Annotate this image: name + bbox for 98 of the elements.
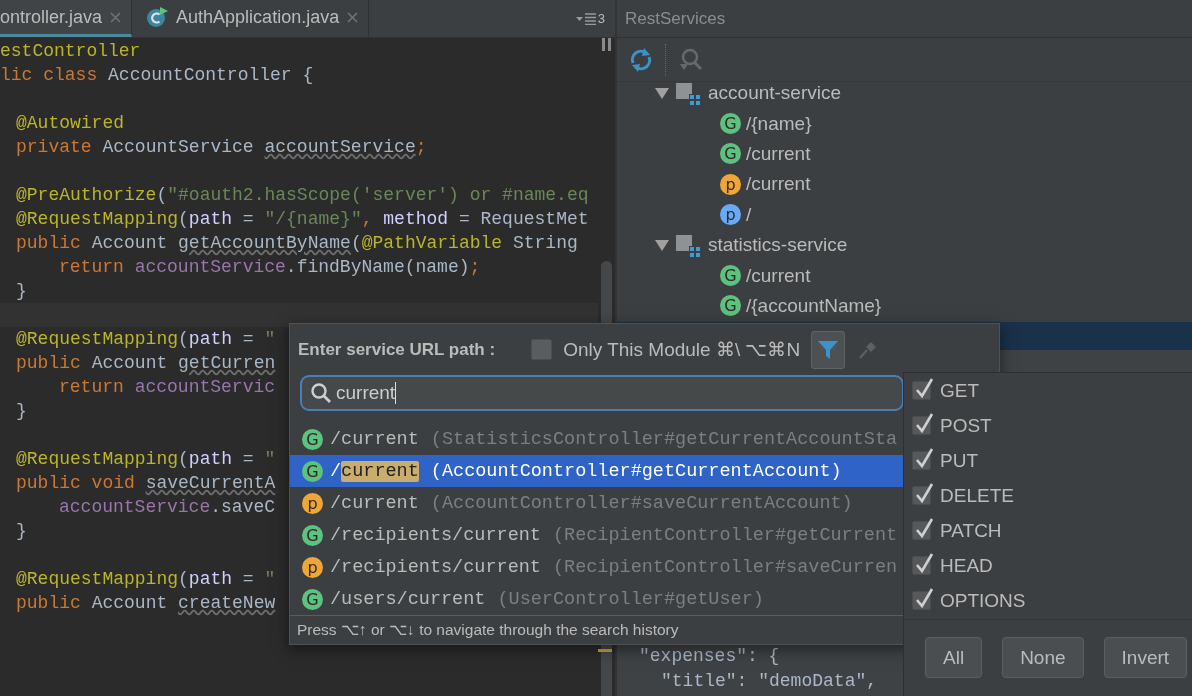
code-line: accountService.saveC <box>59 497 276 517</box>
checkbox[interactable] <box>531 339 553 360</box>
check-icon <box>914 447 934 469</box>
handler-name: (AccountController#getCurrentAccount) <box>430 460 842 482</box>
filter-button[interactable] <box>811 330 846 369</box>
code-line: return accountServic <box>59 377 276 397</box>
double-bar-icon <box>602 38 611 51</box>
code-line: lic class AccountController { <box>0 65 314 85</box>
code-line: @PreAuthorize("#oauth2.hasScope('server') or #name.eq <box>16 185 589 205</box>
code-line: @Autowired <box>16 113 125 133</box>
check-icon <box>914 412 934 434</box>
endpoint-path[interactable]: /current <box>746 142 811 165</box>
filter-icon <box>817 338 840 361</box>
code-line: "title": "demoData", <box>661 671 878 691</box>
close-icon <box>110 11 122 23</box>
handler-name: (RecipientController#saveCurren <box>552 556 898 578</box>
endpoint-path[interactable]: /current <box>746 173 811 196</box>
check-icon <box>914 482 934 504</box>
code-line: } <box>16 521 27 541</box>
check-icon <box>914 552 934 574</box>
handler-name: (UserController#getUser) <box>497 588 764 610</box>
check-icon <box>914 377 934 399</box>
method-badge: p <box>720 173 741 195</box>
service-name[interactable]: statistics-service <box>708 234 848 257</box>
method-badge: p <box>720 204 741 226</box>
check-icon <box>914 587 934 609</box>
filter-action-button[interactable]: None <box>1002 637 1084 678</box>
endpoint-path[interactable]: /{accountName} <box>746 294 882 317</box>
code-line: "expenses": { <box>639 646 780 666</box>
panel-title: RestServices <box>625 8 726 29</box>
tab-count: 3 <box>597 11 605 26</box>
service-name[interactable]: account-service <box>708 82 842 105</box>
code-line: public Account getAccountByName(@PathVariable String <box>16 233 578 253</box>
method-badge: G <box>720 113 741 135</box>
handler-name: (AccountController#saveCurrentAccount) <box>430 492 853 514</box>
checkbox-label[interactable]: PATCH <box>940 519 1002 542</box>
code-line: @RequestMapping(path = "/{name}", method = RequestMet <box>16 209 589 229</box>
method-badge: G <box>720 143 741 165</box>
method-badge: G <box>720 265 741 287</box>
code-line: estController <box>0 41 141 61</box>
checkbox-label[interactable]: DELETE <box>940 484 1014 507</box>
method-badge: G <box>302 588 323 610</box>
checkbox-label[interactable]: HEAD <box>940 554 993 577</box>
code-line: } <box>16 401 27 421</box>
endpoint-path[interactable]: /current <box>746 264 811 287</box>
checkbox[interactable] <box>912 591 931 610</box>
method-badge: G <box>302 524 323 546</box>
checkbox[interactable] <box>912 381 931 400</box>
endpoint-path[interactable]: /{name} <box>746 112 812 135</box>
method-badge: G <box>720 295 741 317</box>
code-line: @RequestMapping(path = " <box>16 449 276 469</box>
method-badge: p <box>302 556 323 578</box>
handler-name: (RecipientController#getCurrent <box>552 524 898 546</box>
tab-list-icon <box>575 12 596 25</box>
checkbox[interactable] <box>912 556 931 575</box>
code-line: public Account createNew <box>16 593 276 613</box>
check-icon <box>914 517 934 539</box>
endpoint-path: /users/current <box>330 588 486 610</box>
endpoint-path: /recipients/current <box>330 556 541 578</box>
code-line: @RequestMapping(path = " <box>16 329 276 349</box>
pin-icon <box>857 339 878 360</box>
editor-tab[interactable]: AuthApplication.java <box>132 0 370 37</box>
editor-tab[interactable]: ontroller.java <box>0 0 133 37</box>
filter-action-button[interactable]: All <box>925 637 983 678</box>
code-line: return accountService.findByName(name); <box>59 257 481 277</box>
filter-action-button[interactable]: Invert <box>1103 637 1188 678</box>
method-badge: G <box>302 460 323 482</box>
search-field[interactable]: current <box>300 375 904 411</box>
locate-icon <box>677 46 703 73</box>
code-line: } <box>16 281 27 301</box>
warning-mark <box>598 649 612 652</box>
endpoint-path: /recipients/current <box>330 524 541 546</box>
dialog-title: Enter service URL path : <box>298 339 496 360</box>
endpoint-path[interactable]: / <box>746 203 752 226</box>
code-line: private AccountService accountService; <box>16 137 427 157</box>
checkbox-label[interactable]: POST <box>940 414 992 437</box>
search-icon <box>310 382 332 404</box>
checkbox[interactable] <box>912 416 931 435</box>
checkbox[interactable] <box>912 521 931 540</box>
checkbox-label[interactable]: Only This Module ⌘\ ⌥⌘N <box>563 338 801 361</box>
module-icon <box>675 232 701 259</box>
method-badge: G <box>302 428 323 450</box>
hint-text: Press ⌥↑ or ⌥↓ to navigate through the search history <box>297 621 679 639</box>
checkbox-label[interactable]: GET <box>940 379 980 402</box>
code-line: public void saveCurrentA <box>16 473 276 493</box>
code-line: public Account getCurren <box>16 353 276 373</box>
close-icon <box>347 11 359 23</box>
code-line: @RequestMapping(path = " <box>16 569 276 589</box>
checkbox[interactable] <box>912 486 931 505</box>
endpoint-path: /current <box>330 460 419 482</box>
refresh-icon <box>628 46 654 73</box>
handler-name: (StatisticsController#getCurrentAccountSta <box>430 428 898 450</box>
checkbox-label[interactable]: OPTIONS <box>940 589 1026 612</box>
checkbox[interactable] <box>912 451 931 470</box>
endpoint-path: /current <box>330 428 419 450</box>
class-file-icon <box>146 6 169 28</box>
endpoint-path: /current <box>330 492 419 514</box>
method-badge: p <box>302 492 323 514</box>
